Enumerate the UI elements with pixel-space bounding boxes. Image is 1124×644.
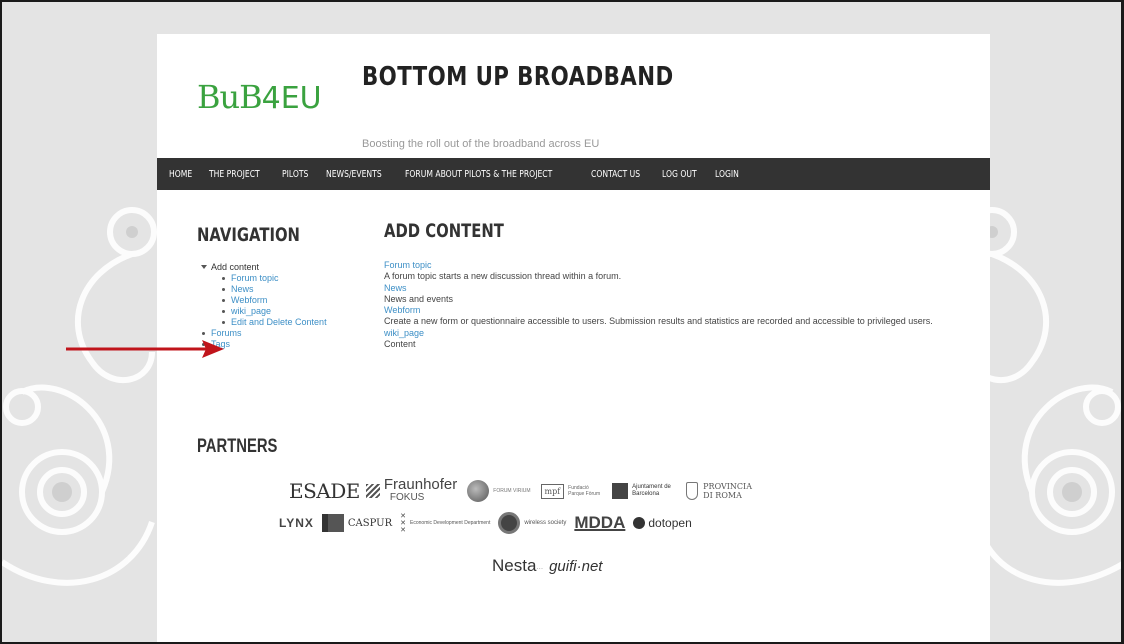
partner-logo-economic-development[interactable]: Economic Development Department (410, 520, 490, 526)
partners-row-1: ESADE Fraunhofer FOKUS FORUM VIRIUM mpf … (289, 476, 759, 504)
menu-item-home[interactable]: HOME (169, 169, 192, 180)
partners-row-2: LYNX CASPUR ✕ ✕ ✕ Economic Development Dep… (279, 512, 692, 534)
partner-logo-fraunhofer[interactable]: Fraunhofer FOKUS (383, 476, 458, 504)
content-link-webform[interactable]: Webform (384, 305, 984, 316)
caspur-icon (321, 514, 344, 532)
nav-subitem-news[interactable]: News (221, 284, 327, 295)
provincia-crest-icon (686, 482, 699, 500)
partner-logo-provincia-roma[interactable]: PROVINCIA DI ROMA (703, 482, 759, 500)
fundacio-icon: mpf (540, 483, 565, 499)
menu-item-news-events[interactable]: NEWS/EVENTS (326, 169, 382, 180)
site-title[interactable]: BOTTOM UP BROADBAND (362, 62, 674, 92)
forum-virium-icon (467, 480, 490, 502)
logo-text-main: BuB (197, 78, 263, 116)
partner-fraunhofer-text: Fraunhofer (383, 476, 458, 493)
nav-subitem-webform[interactable]: Webform (221, 295, 327, 306)
nav-subitem-wiki-page[interactable]: wiki_page (221, 306, 327, 317)
partner-logo-lynx[interactable]: LYNX (279, 516, 314, 530)
partner-logo-dotopen[interactable]: dotopen (648, 516, 691, 530)
content-desc-news: News and events (384, 293, 454, 304)
menu-item-contact-us[interactable]: CONTACT US (591, 169, 640, 180)
nav-link-webform[interactable]: Webform (231, 295, 267, 305)
nav-link-news[interactable]: News (231, 284, 254, 294)
red-arrow-annotation (66, 340, 224, 358)
browser-viewport: BuB4EU BOTTOM UP BROADBAND Boosting the … (0, 0, 1124, 644)
partner-logo-caspur[interactable]: CASPUR (348, 518, 392, 529)
content-desc-webform: Create a new form or questionnaire acces… (384, 316, 933, 327)
menu-item-the-project[interactable]: THE PROJECT (209, 169, 260, 180)
page-container: BuB4EU BOTTOM UP BROADBAND Boosting the … (157, 34, 990, 642)
content-heading: ADD CONTENT (384, 220, 504, 242)
menu-item-forum[interactable]: FORUM ABOUT PILOTS & THE PROJECT (405, 169, 552, 180)
site-slogan: Boosting the roll out of the broadband a… (362, 138, 600, 150)
partner-logo-wireless-society[interactable]: wireless society (524, 520, 566, 526)
wireless-society-icon (498, 512, 521, 534)
partner-logo-esade[interactable]: ESADE (289, 479, 360, 503)
ajuntament-icon (612, 483, 629, 499)
nav-link-forum-topic[interactable]: Forum topic (231, 273, 279, 283)
partner-logo-fundacio-box[interactable]: mpf Fundació Parque Fòrum (540, 483, 603, 499)
navigation-heading: NAVIGATION (197, 224, 300, 246)
nav-item-add-content-label[interactable]: Add content (211, 262, 259, 272)
content-desc-wiki-page: Content (384, 339, 416, 350)
amsterdam-xxx-icon: ✕ ✕ ✕ (400, 512, 407, 534)
content-link-forum-topic[interactable]: Forum topic (384, 260, 984, 271)
nav-link-edit-delete-content[interactable]: Edit and Delete Content (231, 317, 327, 327)
menu-item-pilots[interactable]: PILOTS (282, 169, 308, 180)
nav-subitem-edit-delete[interactable]: Edit and Delete Content (221, 317, 327, 328)
partner-logo-ajuntament-barcelona[interactable]: Ajuntament de Barcelona (632, 484, 678, 498)
partner-logo-mdda[interactable]: MDDA (574, 513, 625, 533)
content-desc-forum-topic: A forum topic starts a new discussion th… (384, 271, 622, 282)
nav-item-add-content[interactable]: Add content Forum topic News Webform wik… (201, 262, 327, 328)
nav-subitem-forum-topic[interactable]: Forum topic (221, 273, 327, 284)
content-link-news[interactable]: News (384, 283, 984, 294)
partner-logo-forum-virium[interactable]: FORUM VIRIUM (493, 488, 530, 494)
menu-item-login[interactable]: LOGIN (715, 169, 739, 180)
main-menu: HOME THE PROJECT PILOTS NEWS/EVENTS FORU… (157, 158, 990, 190)
menu-item-log-out[interactable]: LOG OUT (662, 169, 697, 180)
fraunhofer-icon (365, 484, 380, 498)
partners-heading: PARTNERS (197, 436, 278, 457)
partners-row-3: Nesta ... guifi·net (492, 556, 602, 576)
nesta-dots-icon: ... (536, 561, 544, 571)
nav-link-forums[interactable]: Forums (211, 328, 242, 338)
partner-logo-nesta[interactable]: Nesta (492, 556, 536, 576)
content-type-list: Forum topic A forum topic starts a new d… (384, 260, 984, 350)
partner-fundacio-text: Fundació Parque Fòrum (568, 485, 601, 497)
nav-link-wiki-page[interactable]: wiki_page (231, 306, 271, 316)
site-logo[interactable]: BuB4EU (197, 78, 322, 116)
navigation-menu: Add content Forum topic News Webform wik… (201, 262, 327, 350)
dotopen-icon (633, 517, 646, 529)
logo-text-eu: 4EU (261, 81, 322, 116)
partner-fokus-text: FOKUS (389, 492, 425, 503)
partner-logo-guifi-net[interactable]: guifi·net (549, 558, 602, 575)
content-link-wiki-page[interactable]: wiki_page (384, 328, 984, 339)
